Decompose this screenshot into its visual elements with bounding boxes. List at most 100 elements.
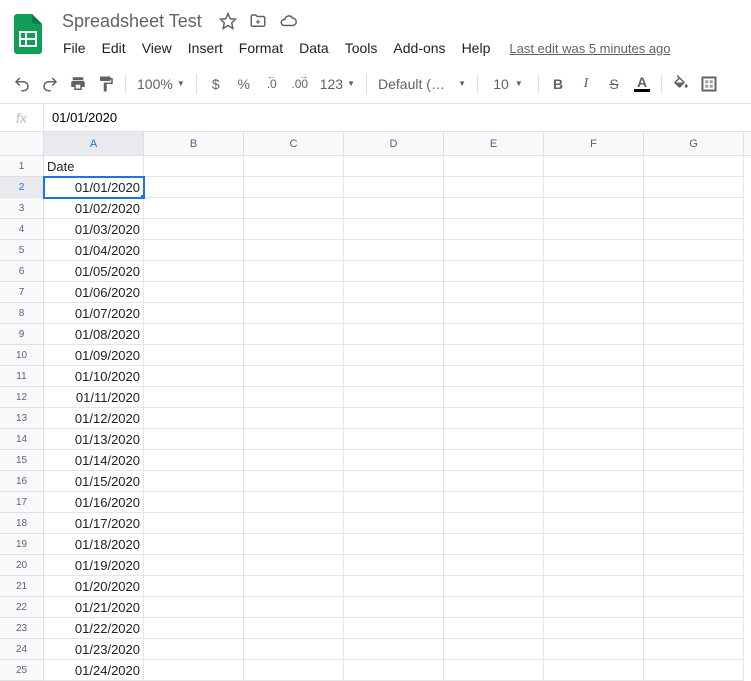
cell[interactable]	[244, 555, 344, 576]
cell[interactable]: 01/19/2020	[44, 555, 144, 576]
row-header[interactable]: 24	[0, 639, 44, 660]
cell[interactable]	[244, 345, 344, 366]
cell[interactable]	[144, 513, 244, 534]
cell[interactable]	[144, 387, 244, 408]
cell[interactable]	[144, 639, 244, 660]
cell[interactable]	[344, 282, 444, 303]
cell[interactable]	[244, 219, 344, 240]
cell[interactable]	[344, 156, 444, 177]
cell[interactable]	[144, 240, 244, 261]
cell[interactable]: 01/18/2020	[44, 534, 144, 555]
cell[interactable]	[244, 618, 344, 639]
row-header[interactable]: 16	[0, 471, 44, 492]
row-header[interactable]: 19	[0, 534, 44, 555]
cell[interactable]	[444, 450, 544, 471]
cell[interactable]	[544, 156, 644, 177]
row-header[interactable]: 13	[0, 408, 44, 429]
cell[interactable]	[144, 597, 244, 618]
cell[interactable]: 01/03/2020	[44, 219, 144, 240]
cell[interactable]	[344, 534, 444, 555]
cell[interactable]: 01/16/2020	[44, 492, 144, 513]
cell[interactable]	[444, 261, 544, 282]
currency-button[interactable]: $	[202, 70, 230, 98]
row-header[interactable]: 5	[0, 240, 44, 261]
row-header[interactable]: 1	[0, 156, 44, 177]
cell[interactable]	[544, 345, 644, 366]
cell[interactable]	[544, 555, 644, 576]
font-select[interactable]: Default (Ari...▼	[372, 76, 472, 92]
cell[interactable]: 01/23/2020	[44, 639, 144, 660]
cell[interactable]	[344, 408, 444, 429]
cell[interactable]	[544, 303, 644, 324]
row-header[interactable]: 9	[0, 324, 44, 345]
text-color-button[interactable]: A	[628, 70, 656, 98]
cell[interactable]	[344, 261, 444, 282]
cell[interactable]	[644, 345, 744, 366]
cell[interactable]	[244, 240, 344, 261]
cell[interactable]	[344, 618, 444, 639]
cell[interactable]: 01/14/2020	[44, 450, 144, 471]
cell[interactable]	[144, 156, 244, 177]
row-header[interactable]: 2	[0, 177, 44, 198]
cell[interactable]	[244, 429, 344, 450]
formula-input[interactable]	[44, 104, 751, 131]
cell[interactable]	[344, 576, 444, 597]
cell[interactable]: 01/02/2020	[44, 198, 144, 219]
cell[interactable]	[644, 492, 744, 513]
cell[interactable]	[644, 261, 744, 282]
cell[interactable]: 01/21/2020	[44, 597, 144, 618]
cell[interactable]	[444, 282, 544, 303]
cell[interactable]	[544, 639, 644, 660]
cell[interactable]	[144, 324, 244, 345]
menu-help[interactable]: Help	[455, 36, 498, 60]
cell[interactable]	[344, 639, 444, 660]
cell[interactable]	[544, 534, 644, 555]
cell[interactable]	[544, 324, 644, 345]
fx-label[interactable]: fx	[0, 104, 44, 131]
decrease-decimal-button[interactable]: .0←	[258, 70, 286, 98]
row-header[interactable]: 11	[0, 366, 44, 387]
cell[interactable]	[344, 513, 444, 534]
row-header[interactable]: 21	[0, 576, 44, 597]
row-header[interactable]: 17	[0, 492, 44, 513]
row-header[interactable]: 4	[0, 219, 44, 240]
row-header[interactable]: 20	[0, 555, 44, 576]
row-header[interactable]: 18	[0, 513, 44, 534]
cell[interactable]: 01/09/2020	[44, 345, 144, 366]
cell[interactable]	[344, 450, 444, 471]
bold-button[interactable]: B	[544, 70, 572, 98]
cell[interactable]	[144, 219, 244, 240]
cell[interactable]	[644, 597, 744, 618]
cell[interactable]	[144, 618, 244, 639]
cell[interactable]	[144, 345, 244, 366]
cell[interactable]	[644, 513, 744, 534]
cell[interactable]	[444, 471, 544, 492]
column-header-c[interactable]: C	[244, 132, 344, 155]
cell[interactable]: 01/15/2020	[44, 471, 144, 492]
cell[interactable]: 01/05/2020	[44, 261, 144, 282]
cell[interactable]	[544, 240, 644, 261]
cell[interactable]	[444, 576, 544, 597]
cell[interactable]	[144, 366, 244, 387]
row-header[interactable]: 6	[0, 261, 44, 282]
cell[interactable]	[444, 639, 544, 660]
cell[interactable]	[344, 345, 444, 366]
cell[interactable]	[144, 555, 244, 576]
cell[interactable]	[444, 240, 544, 261]
cell[interactable]	[544, 408, 644, 429]
cell[interactable]	[344, 177, 444, 198]
cell[interactable]	[344, 303, 444, 324]
cell[interactable]	[544, 198, 644, 219]
menu-edit[interactable]: Edit	[95, 36, 133, 60]
cell[interactable]	[644, 408, 744, 429]
cell[interactable]	[644, 198, 744, 219]
cell[interactable]	[144, 303, 244, 324]
menu-tools[interactable]: Tools	[338, 36, 385, 60]
fill-handle[interactable]	[140, 194, 144, 198]
cell[interactable]	[344, 219, 444, 240]
cell[interactable]	[544, 513, 644, 534]
cell[interactable]	[244, 177, 344, 198]
cell[interactable]: 01/01/2020	[44, 177, 144, 198]
cell[interactable]	[444, 513, 544, 534]
fill-color-button[interactable]	[667, 70, 695, 98]
